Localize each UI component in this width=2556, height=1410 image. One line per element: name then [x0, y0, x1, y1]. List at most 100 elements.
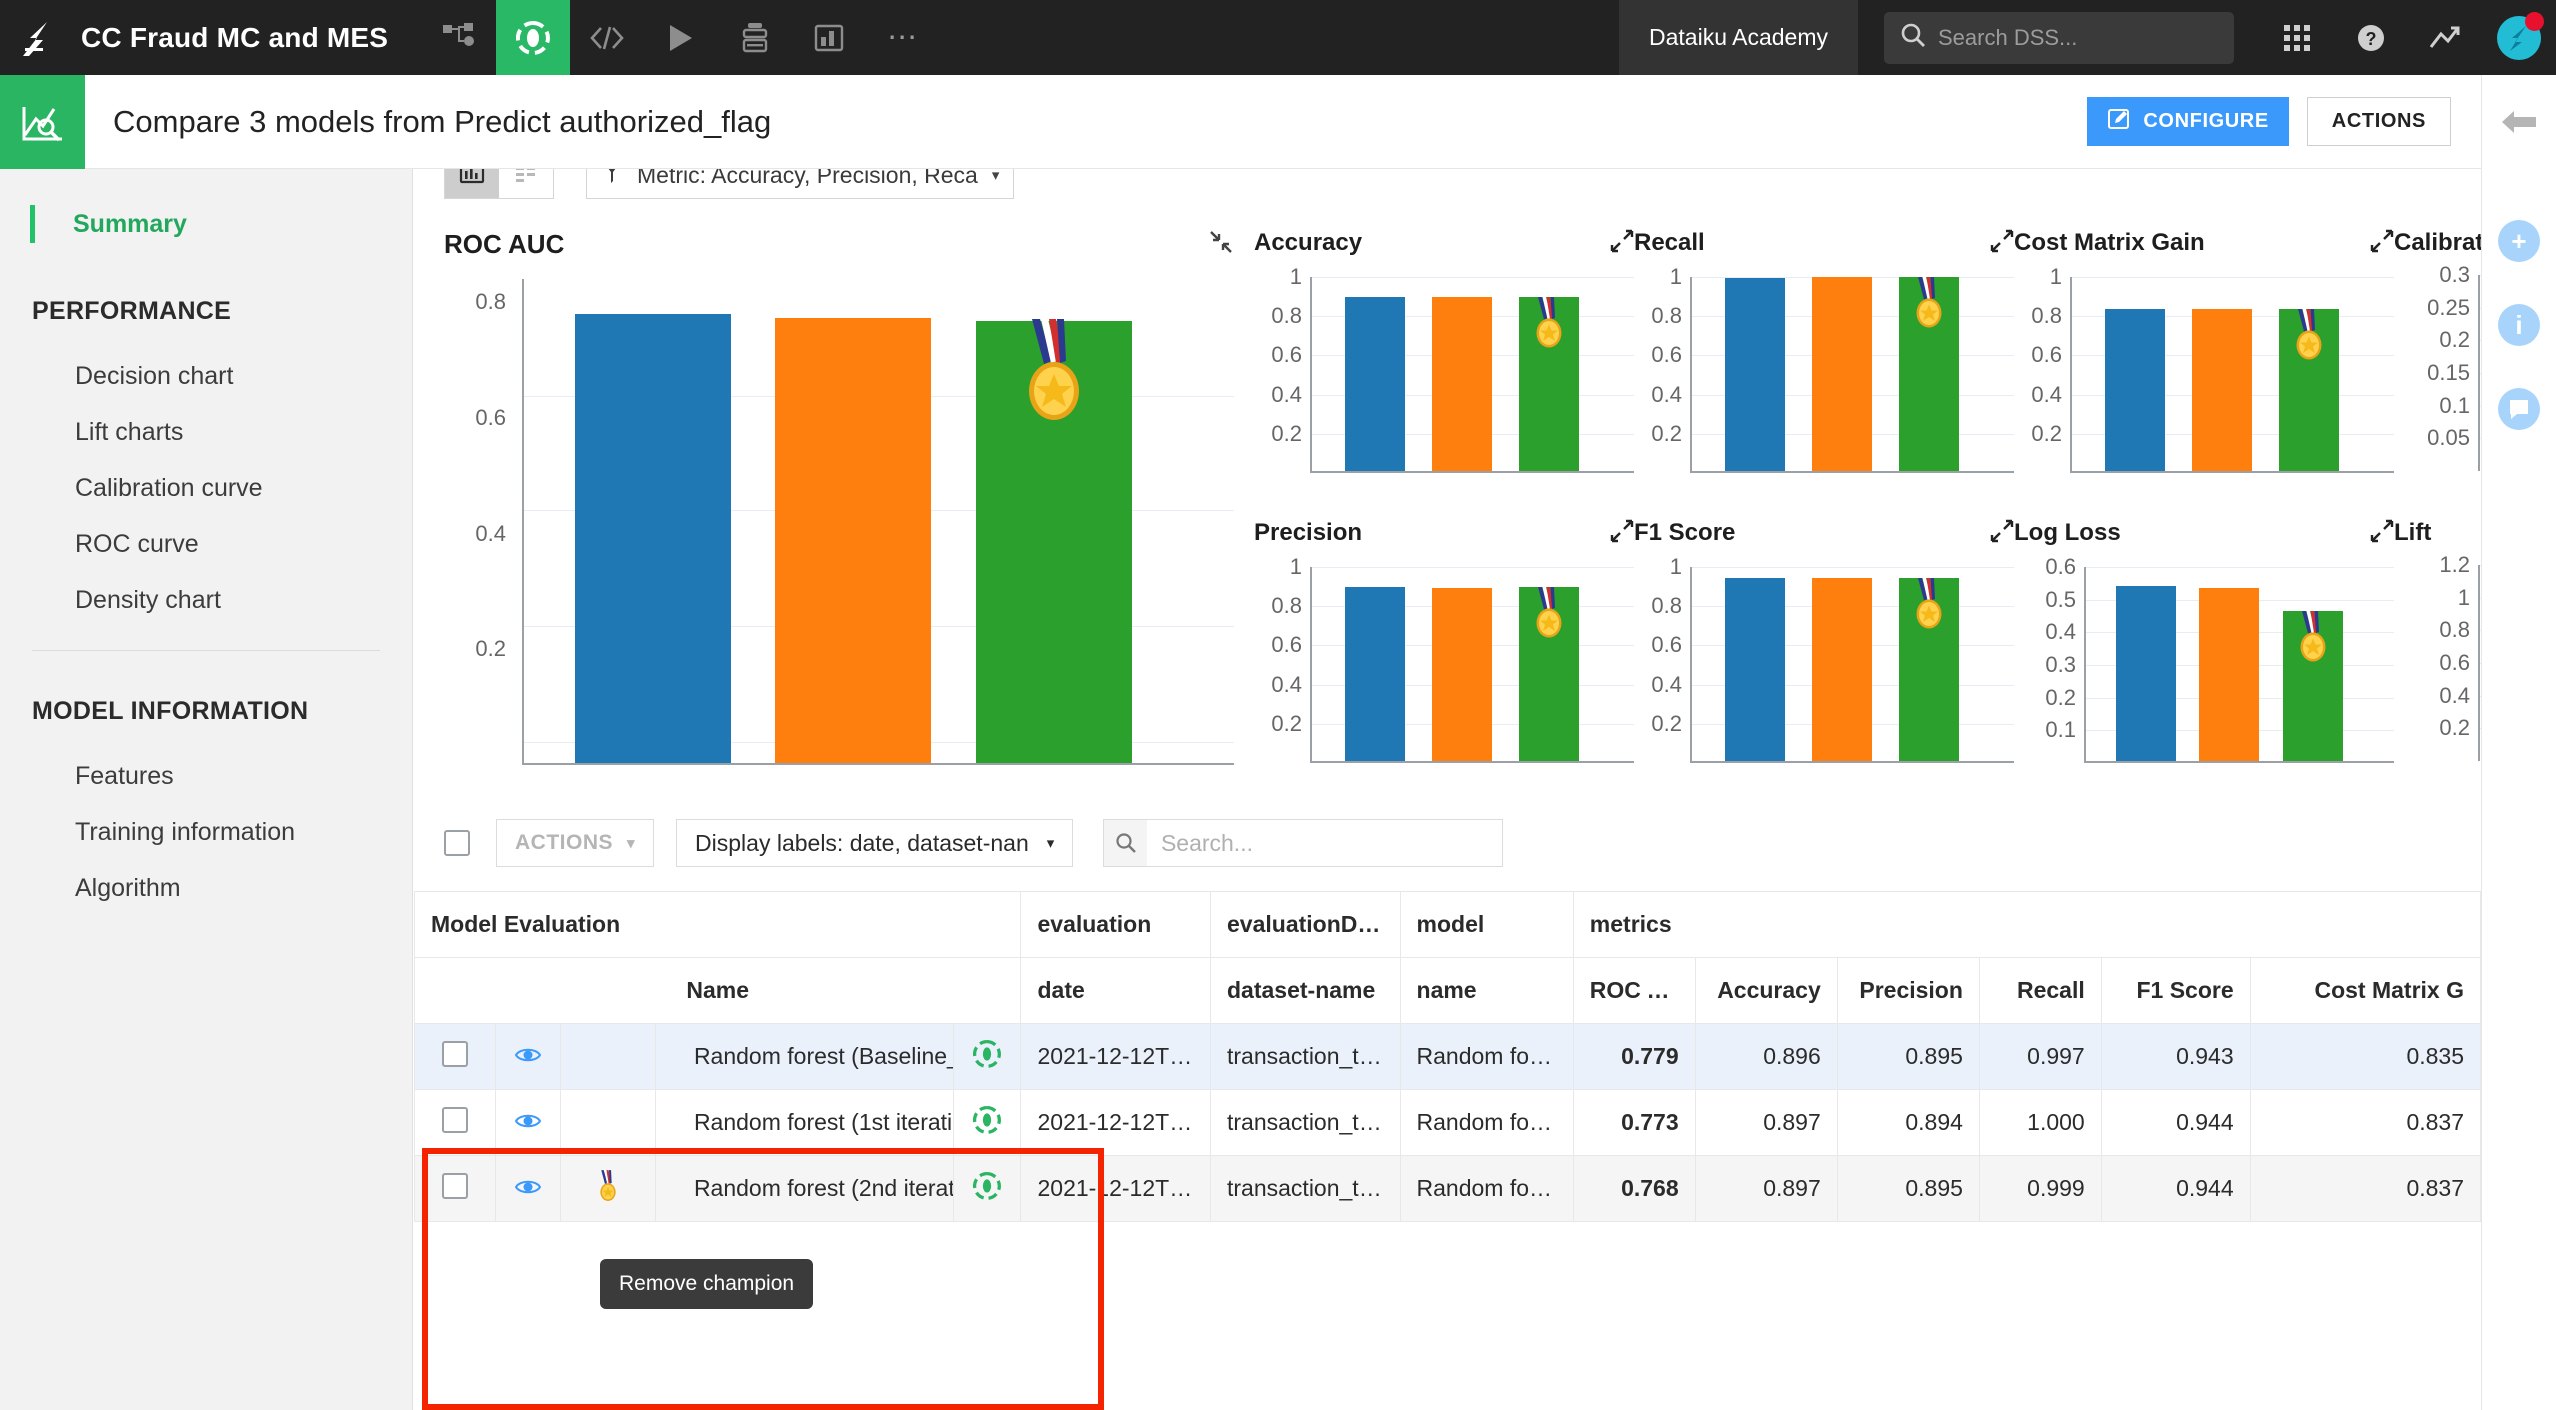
bar-recall-model-1[interactable]	[1725, 277, 1785, 471]
column-header-model-name[interactable]: name	[1399, 957, 1574, 1024]
sidebar-item-features[interactable]: Features	[0, 748, 412, 804]
bar-recall-model-3[interactable]	[1899, 277, 1959, 471]
row-status-icon-cell[interactable]	[952, 1155, 1022, 1222]
bar-cost-matrix-gain-model-2[interactable]	[2192, 308, 2252, 471]
bar-f1-score-model-1[interactable]	[1725, 578, 1785, 761]
select-all-checkbox[interactable]	[444, 830, 470, 856]
sidebar-item-roc-curve[interactable]: ROC curve	[0, 516, 412, 572]
bar-roc-auc-model-2[interactable]	[775, 317, 931, 763]
lab-status-icon	[973, 1105, 1002, 1134]
lab-icon[interactable]	[496, 0, 571, 75]
table-icon[interactable]	[499, 169, 553, 198]
bar-precision-model-2[interactable]	[1432, 587, 1492, 761]
chat-bubble-icon[interactable]	[2498, 388, 2540, 430]
table-search-box[interactable]	[1103, 819, 1504, 867]
row-visibility-toggle[interactable]	[495, 1023, 562, 1090]
svg-text:?: ?	[2366, 29, 2377, 49]
column-header-name[interactable]: Name	[414, 957, 1022, 1024]
flow-icon[interactable]	[422, 0, 496, 75]
expand-icon[interactable]	[1990, 519, 2014, 549]
info-circle-icon[interactable]: i	[2498, 304, 2540, 346]
bar-f1-score-model-2[interactable]	[1812, 577, 1872, 761]
project-title[interactable]: CC Fraud MC and MES	[81, 22, 388, 54]
more-icon[interactable]: ⋯	[866, 0, 940, 75]
sidebar-item-density-chart[interactable]: Density chart	[0, 572, 412, 628]
table-search-input[interactable]	[1146, 829, 1503, 857]
bar-log-loss-model-2[interactable]	[2199, 587, 2259, 761]
row-visibility-toggle[interactable]	[495, 1155, 562, 1222]
row-checkbox[interactable]	[442, 1106, 469, 1133]
expand-icon[interactable]	[1990, 229, 2014, 259]
apps-grid-icon[interactable]	[2260, 0, 2334, 75]
column-header-cost-matrix-gain[interactable]: Cost Matrix G	[2249, 957, 2481, 1024]
row-status-icon-cell[interactable]	[952, 1089, 1022, 1156]
search-input[interactable]	[1938, 24, 2218, 51]
arrow-left-icon[interactable]	[2500, 107, 2538, 142]
expand-icon[interactable]	[1610, 519, 1634, 549]
bar-accuracy-model-3[interactable]	[1519, 296, 1579, 471]
eye-icon[interactable]	[515, 1044, 542, 1069]
row-checkbox-cell[interactable]	[414, 1023, 497, 1090]
column-header-date[interactable]: date	[1020, 957, 1211, 1024]
help-circle-icon[interactable]: ?	[2334, 0, 2408, 75]
sidebar-item-calibration-curve[interactable]: Calibration curve	[0, 460, 412, 516]
plot-area: 1 0.8 0.6 0.4 0.2	[1254, 264, 1634, 473]
user-avatar[interactable]	[2482, 0, 2556, 75]
bar-precision-model-3[interactable]	[1519, 587, 1579, 761]
collapse-icon[interactable]	[1208, 229, 1234, 261]
bar-precision-model-1[interactable]	[1345, 587, 1405, 761]
dataiku-bird-logo-icon[interactable]	[0, 0, 75, 75]
plus-circle-icon[interactable]: +	[2498, 220, 2540, 262]
table-row[interactable]: Random forest (1st iteration Q1) 2021-12…	[414, 1089, 2481, 1156]
column-header-roc-auc[interactable]: ROC AUC	[1572, 957, 1696, 1024]
trending-up-icon[interactable]	[2408, 0, 2482, 75]
run-icon[interactable]	[644, 0, 718, 75]
column-header-recall[interactable]: Recall	[1978, 957, 2102, 1024]
sidebar-item-algorithm[interactable]: Algorithm	[0, 860, 412, 916]
table-row[interactable]: Random forest (2nd iteration Q1) 2021-12…	[414, 1155, 2481, 1222]
sidebar-item-lift-charts[interactable]: Lift charts	[0, 404, 412, 460]
bar-roc-auc-model-1[interactable]	[574, 314, 731, 763]
bar-cost-matrix-gain-model-1[interactable]	[2105, 309, 2165, 471]
expand-icon[interactable]	[2370, 229, 2394, 259]
actions-button[interactable]: ACTIONS	[2306, 97, 2451, 146]
eye-icon[interactable]	[515, 1176, 542, 1201]
bar-roc-auc-model-3[interactable]	[975, 318, 1132, 763]
bar-accuracy-model-2[interactable]	[1432, 296, 1492, 471]
column-header-accuracy[interactable]: Accuracy	[1694, 957, 1838, 1024]
column-header-f1-score[interactable]: F1 Score	[2100, 957, 2251, 1024]
sidebar-item-summary[interactable]: Summary	[0, 197, 412, 251]
bar-chart-icon[interactable]	[445, 169, 499, 198]
display-labels-dropdown[interactable]: Display labels: date, dataset-nan ▾	[676, 819, 1074, 867]
row-checkbox[interactable]	[442, 1172, 469, 1199]
table-actions-button[interactable]: ACTIONS ▾	[496, 819, 655, 867]
row-checkbox-cell[interactable]	[414, 1089, 497, 1156]
metric-filter-dropdown[interactable]: Metric: Accuracy, Precision, Reca ▾	[586, 169, 1015, 199]
row-status-icon-cell[interactable]	[952, 1023, 1022, 1090]
jobs-icon[interactable]	[718, 0, 792, 75]
bar-accuracy-model-1[interactable]	[1345, 297, 1405, 471]
dashboard-icon[interactable]	[792, 0, 866, 75]
global-search-box[interactable]	[1884, 11, 2234, 64]
expand-icon[interactable]	[2370, 519, 2394, 549]
row-checkbox[interactable]	[442, 1040, 469, 1067]
column-header-dataset-name[interactable]: dataset-name	[1210, 957, 1401, 1024]
row-visibility-toggle[interactable]	[495, 1089, 562, 1156]
eye-icon[interactable]	[515, 1110, 542, 1135]
configure-button[interactable]: CONFIGURE	[2087, 97, 2289, 146]
column-header-precision[interactable]: Precision	[1836, 957, 1980, 1024]
sidebar-item-decision-chart[interactable]: Decision chart	[0, 348, 412, 404]
table-row[interactable]: Random forest (Baseline_Q1) 2021-12-12T1…	[414, 1023, 2481, 1090]
expand-icon[interactable]	[1610, 229, 1634, 259]
bar-recall-model-2[interactable]	[1812, 277, 1872, 471]
chart-view-toggle[interactable]	[444, 169, 554, 199]
bar-log-loss-model-3[interactable]	[2282, 611, 2343, 761]
dataiku-academy-link[interactable]: Dataiku Academy	[1619, 0, 1858, 75]
bar-cost-matrix-gain-model-3[interactable]	[2279, 308, 2339, 471]
sidebar-item-training-information[interactable]: Training information	[0, 804, 412, 860]
bar-f1-score-model-3[interactable]	[1899, 577, 1959, 761]
row-champion-medal-cell[interactable]	[560, 1155, 656, 1222]
row-checkbox-cell[interactable]	[414, 1155, 497, 1222]
bar-log-loss-model-1[interactable]	[2115, 586, 2176, 761]
code-icon[interactable]	[570, 0, 644, 75]
